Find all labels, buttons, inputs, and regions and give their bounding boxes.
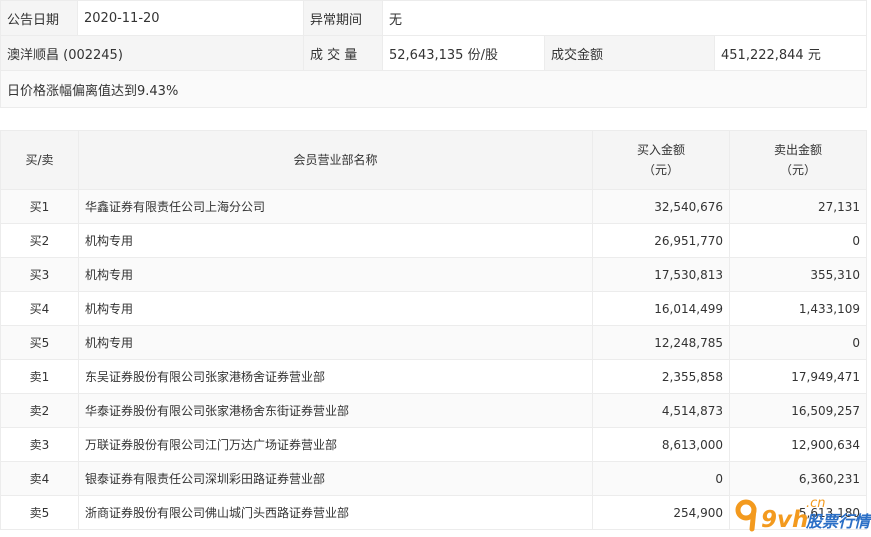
- row-member: 浙商证券股份有限公司佛山城门头西路证券营业部: [78, 495, 593, 530]
- row-buy-amount: 26,951,770: [592, 223, 730, 258]
- info-row-date: 公告日期 2020-11-20 异常期间 无: [0, 0, 867, 36]
- table-row: 买2 机构专用 26,951,770 0: [0, 223, 867, 258]
- header-side: 买/卖: [0, 130, 79, 190]
- turnover-value: 451,222,844 元: [714, 35, 867, 71]
- table-row: 卖2 华泰证券股份有限公司张家港杨舍东街证券营业部 4,514,873 16,5…: [0, 393, 867, 428]
- row-member: 华鑫证券有限责任公司上海分公司: [78, 189, 593, 224]
- row-side: 买4: [0, 291, 79, 326]
- stock-name: 澳洋顺昌 (002245): [0, 35, 304, 71]
- row-buy-amount: 254,900: [592, 495, 730, 530]
- trading-details-table: 买/卖 会员营业部名称 买入金额 （元） 卖出金额 （元） 买1 华鑫证券有限责…: [0, 130, 867, 530]
- row-side: 卖4: [0, 461, 79, 496]
- row-side: 卖2: [0, 393, 79, 428]
- date-label: 公告日期: [0, 0, 78, 36]
- header-sell-amount-unit: （元）: [779, 163, 816, 177]
- table-row: 卖4 银泰证券有限责任公司深圳彩田路证券营业部 0 6,360,231: [0, 461, 867, 496]
- row-sell-amount: 6,360,231: [729, 461, 867, 496]
- announcement-info-table: 公告日期 2020-11-20 异常期间 无 澳洋顺昌 (002245) 成 交…: [0, 0, 867, 108]
- info-row-stock: 澳洋顺昌 (002245) 成 交 量 52,643,135 份/股 成交金额 …: [0, 35, 867, 71]
- abnormal-period-value: 无: [382, 0, 867, 36]
- row-member: 机构专用: [78, 257, 593, 292]
- reason-text: 日价格涨幅偏离值达到9.43%: [0, 70, 867, 108]
- table-row: 买5 机构专用 12,248,785 0: [0, 325, 867, 360]
- logo-vh-text: 9vh: [761, 507, 808, 533]
- row-sell-amount: 27,131: [729, 189, 867, 224]
- row-member: 机构专用: [78, 325, 593, 360]
- watermark-logo: 9vh .cn 股票行情: [735, 496, 871, 533]
- row-member: 万联证券股份有限公司江门万达广场证券营业部: [78, 427, 593, 462]
- logo-glyph-9: [735, 499, 757, 532]
- announcement-date: 2020-11-20: [77, 0, 304, 36]
- row-member: 银泰证券有限责任公司深圳彩田路证券营业部: [78, 461, 593, 496]
- row-side: 买3: [0, 257, 79, 292]
- row-side: 买1: [0, 189, 79, 224]
- row-sell-amount: 0: [729, 325, 867, 360]
- row-member: 华泰证券股份有限公司张家港杨舍东街证券营业部: [78, 393, 593, 428]
- table-row: 卖3 万联证券股份有限公司江门万达广场证券营业部 8,613,000 12,90…: [0, 427, 867, 462]
- row-sell-amount: 12,900,634: [729, 427, 867, 462]
- table-row: 卖1 东吴证券股份有限公司张家港杨舍证券营业部 2,355,858 17,949…: [0, 359, 867, 394]
- header-buy-amount-label: 买入金额: [636, 143, 685, 157]
- table-row: 买3 机构专用 17,530,813 355,310: [0, 257, 867, 292]
- table-row: 买1 华鑫证券有限责任公司上海分公司 32,540,676 27,131: [0, 189, 867, 224]
- row-member: 东吴证券股份有限公司张家港杨舍证券营业部: [78, 359, 593, 394]
- volume-label: 成 交 量: [303, 35, 383, 71]
- header-buy-amount: 买入金额 （元）: [592, 130, 730, 190]
- row-sell-amount: 355,310: [729, 257, 867, 292]
- abnormal-period-label: 异常期间: [303, 0, 383, 36]
- row-buy-amount: 0: [592, 461, 730, 496]
- row-buy-amount: 32,540,676: [592, 189, 730, 224]
- row-buy-amount: 12,248,785: [592, 325, 730, 360]
- row-side: 买5: [0, 325, 79, 360]
- header-member: 会员营业部名称: [78, 130, 593, 190]
- row-buy-amount: 8,613,000: [592, 427, 730, 462]
- row-side: 卖1: [0, 359, 79, 394]
- volume-value: 52,643,135 份/股: [382, 35, 545, 71]
- row-sell-amount: 16,509,257: [729, 393, 867, 428]
- row-sell-amount: 17,949,471: [729, 359, 867, 394]
- table-row: 买4 机构专用 16,014,499 1,433,109: [0, 291, 867, 326]
- row-sell-amount: 1,433,109: [729, 291, 867, 326]
- turnover-label: 成交金额: [544, 35, 715, 71]
- row-buy-amount: 4,514,873: [592, 393, 730, 428]
- row-buy-amount: 17,530,813: [592, 257, 730, 292]
- header-buy-amount-unit: （元）: [642, 163, 679, 177]
- row-side: 卖3: [0, 427, 79, 462]
- logo-slogan-text: 股票行情: [805, 512, 871, 531]
- info-row-reason: 日价格涨幅偏离值达到9.43%: [0, 70, 867, 108]
- header-sell-amount: 卖出金额 （元）: [729, 130, 867, 190]
- logo-domain-text: .cn: [806, 496, 826, 511]
- row-side: 卖5: [0, 495, 79, 530]
- row-member: 机构专用: [78, 291, 593, 326]
- row-sell-amount: 0: [729, 223, 867, 258]
- row-side: 买2: [0, 223, 79, 258]
- row-buy-amount: 2,355,858: [592, 359, 730, 394]
- table-header-row: 买/卖 会员营业部名称 买入金额 （元） 卖出金额 （元）: [0, 130, 867, 190]
- row-buy-amount: 16,014,499: [592, 291, 730, 326]
- row-member: 机构专用: [78, 223, 593, 258]
- header-sell-amount-label: 卖出金额: [773, 143, 822, 157]
